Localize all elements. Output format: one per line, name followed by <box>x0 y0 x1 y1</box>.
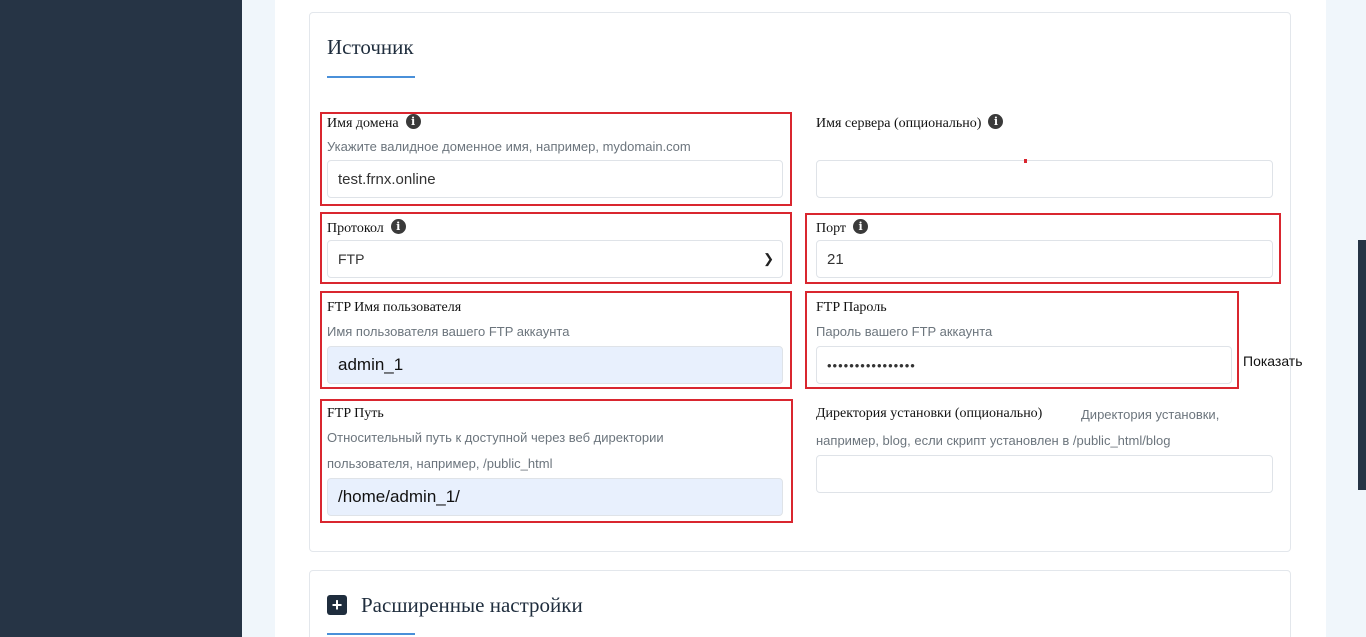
highlight-domain <box>320 112 792 206</box>
source-title-underline <box>327 76 415 78</box>
red-marker <box>1024 159 1027 163</box>
server-name-info-icon[interactable]: i <box>988 114 1004 130</box>
highlight-protocol <box>320 212 792 284</box>
plus-icon[interactable]: + <box>327 595 347 615</box>
server-name-input[interactable] <box>816 160 1273 198</box>
highlight-port <box>805 213 1281 284</box>
scrollbar-thumb[interactable] <box>1358 240 1366 490</box>
highlight-ftp-user <box>320 291 792 389</box>
install-dir-help-line1: Директория установки, <box>1081 407 1220 422</box>
advanced-section-title[interactable]: Расширенные настройки <box>361 593 583 618</box>
source-section-title: Источник <box>327 35 414 59</box>
highlight-ftp-path <box>320 399 793 523</box>
install-dir-label: Директория установки (опционально) <box>816 406 1043 421</box>
install-dir-input[interactable] <box>816 455 1273 493</box>
install-dir-help-line2: например, blog, если скрипт установлен в… <box>816 433 1171 448</box>
server-name-label: Имя сервера (опционально) i <box>816 114 1004 132</box>
sidebar <box>0 0 242 637</box>
show-password-button[interactable]: Показать <box>1243 353 1303 369</box>
advanced-title-underline <box>327 633 415 635</box>
highlight-ftp-password <box>805 291 1239 389</box>
